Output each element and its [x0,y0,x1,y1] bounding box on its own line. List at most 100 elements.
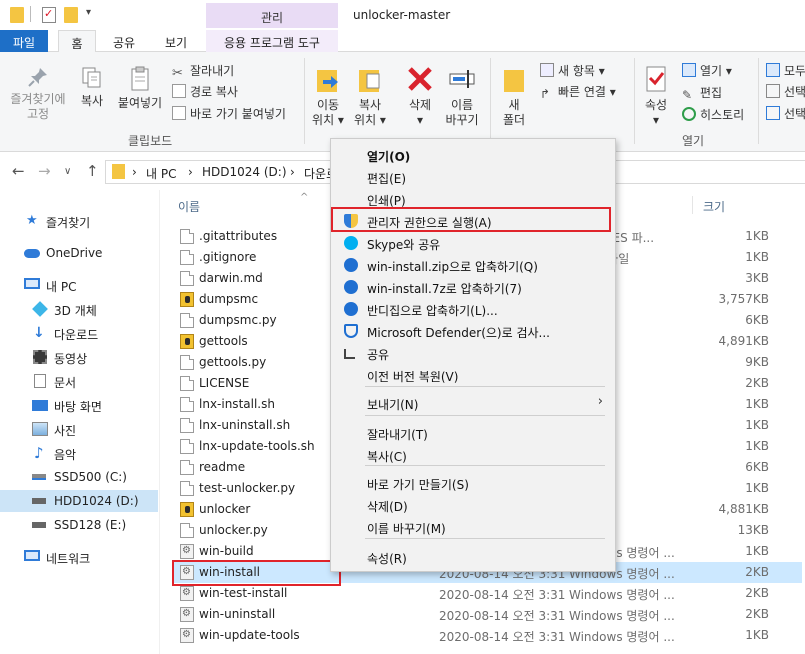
sidebar-item-videos[interactable]: 동영상 [0,346,158,368]
cloud-icon [24,249,40,258]
back-arrow-icon[interactable]: ← [12,162,25,180]
file-size: 3,757KB [718,292,769,306]
column-header-name[interactable]: 이름 [178,198,200,215]
file-size: 1KB [745,628,769,642]
paste-shortcut-button[interactable]: 바로 가기 붙여넣기 [172,105,286,122]
copy-button[interactable]: 복사 [74,66,110,109]
pin-quick-access-button[interactable]: 즐겨찾기에 고정 [6,66,70,122]
new-item-button[interactable]: 새 항목 ▾ [540,62,605,79]
sidebar-item-hdd1024[interactable]: HDD1024 (D:) [0,490,158,512]
select-all-button[interactable]: 모두 [766,62,805,79]
select-none-button[interactable]: 선택 [766,83,805,100]
menu-item[interactable]: 열기(O) [333,144,613,166]
file-size: 1KB [745,481,769,495]
sidebar-item-this-pc[interactable]: 내 PC [0,274,158,296]
file-size: 1KB [745,544,769,558]
properties-check-icon [641,64,671,94]
copy-path-button[interactable]: 경로 복사 [172,83,238,100]
recent-chevron-icon[interactable]: ∨ [64,166,71,177]
move-to-button[interactable]: 이동 위치 ▾ [308,64,348,128]
forward-arrow-icon[interactable]: → [38,162,51,180]
sidebar-item-pictures[interactable]: 사진 [0,418,158,440]
tab-file[interactable]: 파일 [0,30,48,52]
file-icon [180,271,194,286]
file-row[interactable]: win-test-install 2020-08-14 오전 3:31Window… [172,583,802,604]
copy-label: 복사 [80,94,104,108]
file-size: 1KB [745,439,769,453]
open-button[interactable]: 열기 ▾ [682,62,732,79]
properties-button[interactable]: 속성 ▾ [638,64,674,128]
sidebar-item-network[interactable]: 네트워크 [0,546,158,568]
file-icon [180,418,194,433]
menu-item[interactable]: 반디집으로 압축하기(L)... [333,298,613,320]
sidebar-item-onedrive[interactable]: OneDrive [0,242,158,264]
menu-item[interactable]: Microsoft Defender(으)로 검사... [333,320,613,342]
rename-button[interactable]: 이름 바꾸기 [442,64,482,128]
folder-icon [112,164,125,179]
tab-share[interactable]: 공유 [104,30,144,52]
menu-item-label: 이름 바꾸기(M) [367,522,446,536]
copy-to-button[interactable]: 복사 위치 ▾ [350,64,390,128]
executable-icon [180,502,194,517]
star-icon: ★ [26,213,38,228]
delete-x-icon [405,64,435,94]
sidebar-item-quick-access[interactable]: ★ 즐겨찾기 [0,210,158,232]
new-item-label: 새 항목 ▾ [558,64,605,78]
ribbon-divider [490,58,491,144]
tab-view[interactable]: 보기 [154,30,198,52]
sidebar-item-ssd500[interactable]: SSD500 (C:) [0,466,158,488]
new-folder-button[interactable]: 새 폴더 [494,64,534,128]
crumb-drive[interactable]: HDD1024 (D:) [202,165,287,179]
file-row[interactable]: win-update-tools 2020-08-14 오전 3:31Window… [172,625,802,646]
new-folder-icon[interactable] [64,7,78,23]
menu-item-label: 열기(O) [367,150,411,164]
file-size: 1KB [745,250,769,264]
up-arrow-icon[interactable]: ↑ [86,162,99,180]
paste-icon [129,66,151,92]
menu-item[interactable]: 편집(E) [333,166,613,188]
menu-item[interactable]: 이전 버전 복원(V) [333,364,613,386]
sidebar-item-ssd128[interactable]: SSD128 (E:) [0,514,158,536]
menu-item[interactable]: 삭제(D) [333,494,613,516]
file-size: 3KB [745,271,769,285]
sidebar-item-3d-objects[interactable]: 3D 개체 [0,298,158,320]
easy-access-button[interactable]: ↱ 빠른 연결 ▾ [540,83,616,101]
crumb-this-pc[interactable]: 내 PC [146,165,176,182]
edit-label: 편집 [700,86,723,100]
paste-button[interactable]: 붙여넣기 [112,66,168,111]
cut-button[interactable]: ✂ 잘라내기 [172,62,234,81]
history-button[interactable]: 히스토리 [682,106,744,123]
menu-item[interactable]: 보내기(N) › [333,392,613,414]
menu-item[interactable]: 속성(R) [333,546,613,568]
menu-item[interactable]: 바로 가기 만들기(S) [333,472,613,494]
invert-selection-button[interactable]: 선택 [766,105,805,122]
menu-item-label: 속성(R) [367,552,407,566]
menu-item[interactable]: 이름 바꾸기(M) [333,516,613,538]
delete-button[interactable]: 삭제 ▾ [400,64,440,128]
properties-icon[interactable] [42,7,56,23]
paste-label: 붙여넣기 [117,96,163,110]
menu-item[interactable]: Skype와 공유 [333,232,613,254]
menu-item[interactable]: 잘라내기(T) [333,422,613,444]
column-header-size[interactable]: 크기 [703,198,725,215]
menu-item[interactable]: 복사(C) [333,444,613,466]
menu-separator [365,386,605,387]
sidebar-item-music[interactable]: ♪ 음악 [0,442,158,464]
menu-item[interactable]: win-install.zip으로 압축하기(Q) [333,254,613,276]
edit-button[interactable]: ✎ 편집 [682,84,722,102]
menu-item[interactable]: win-install.7z로 압축하기(7) [333,276,613,298]
sidebar-item-documents[interactable]: 문서 [0,370,158,392]
bandizip-icon [344,302,358,316]
drive-icon [32,522,46,528]
file-row[interactable]: win-uninstall 2020-08-14 오전 3:31Windows 명… [172,604,802,625]
tab-home[interactable]: 홈 [58,30,96,53]
menu-item[interactable]: 공유 [333,342,613,364]
tab-app-tools[interactable]: 응용 프로그램 도구 [206,30,338,52]
sidebar-item-desktop[interactable]: 바탕 화면 [0,394,158,416]
sidebar-item-label: 즐겨찾기 [46,216,91,230]
sidebar-item-downloads[interactable]: ↓ 다운로드 [0,322,158,344]
easy-access-icon: ↱ [540,87,551,101]
file-size: 9KB [745,355,769,369]
manage-tab[interactable]: 관리 [206,3,338,28]
customize-qa-icon[interactable]: ▾ [86,7,100,23]
